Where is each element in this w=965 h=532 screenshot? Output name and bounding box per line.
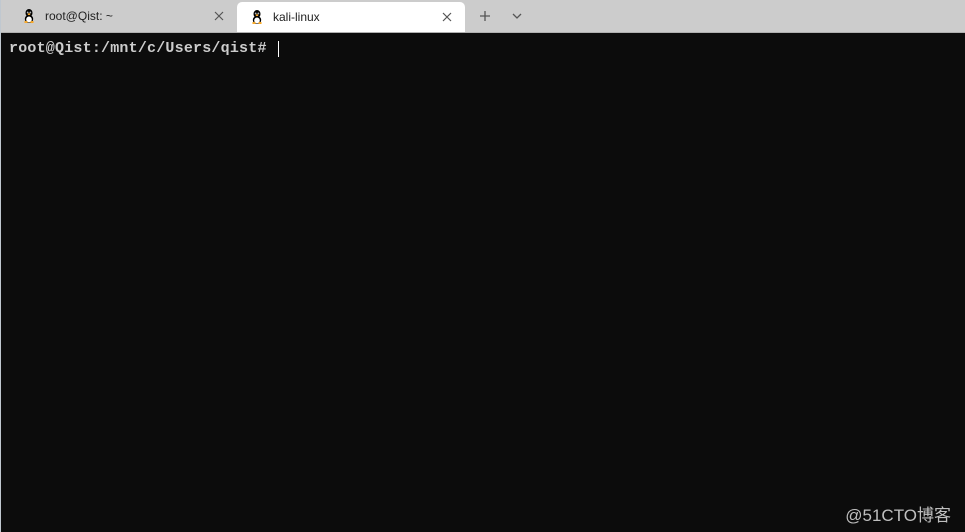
tab-root-qist[interactable]: root@Qist: ~ bbox=[9, 0, 237, 32]
close-icon[interactable] bbox=[211, 8, 227, 24]
tab-kali-linux[interactable]: kali-linux bbox=[237, 2, 465, 32]
terminal-body[interactable]: root@Qist:/mnt/c/Users/qist# bbox=[1, 33, 965, 532]
close-icon[interactable] bbox=[439, 9, 455, 25]
tab-title: kali-linux bbox=[273, 10, 431, 24]
new-tab-button[interactable] bbox=[471, 2, 499, 30]
tux-icon bbox=[21, 8, 37, 24]
text-cursor bbox=[278, 41, 279, 57]
shell-prompt: root@Qist:/mnt/c/Users/qist# bbox=[9, 40, 267, 57]
tab-bar: root@Qist: ~ kali-linux bbox=[1, 0, 965, 33]
tab-controls bbox=[465, 0, 531, 32]
tab-dropdown-button[interactable] bbox=[503, 2, 531, 30]
tab-title: root@Qist: ~ bbox=[45, 9, 203, 23]
tux-icon bbox=[249, 9, 265, 25]
